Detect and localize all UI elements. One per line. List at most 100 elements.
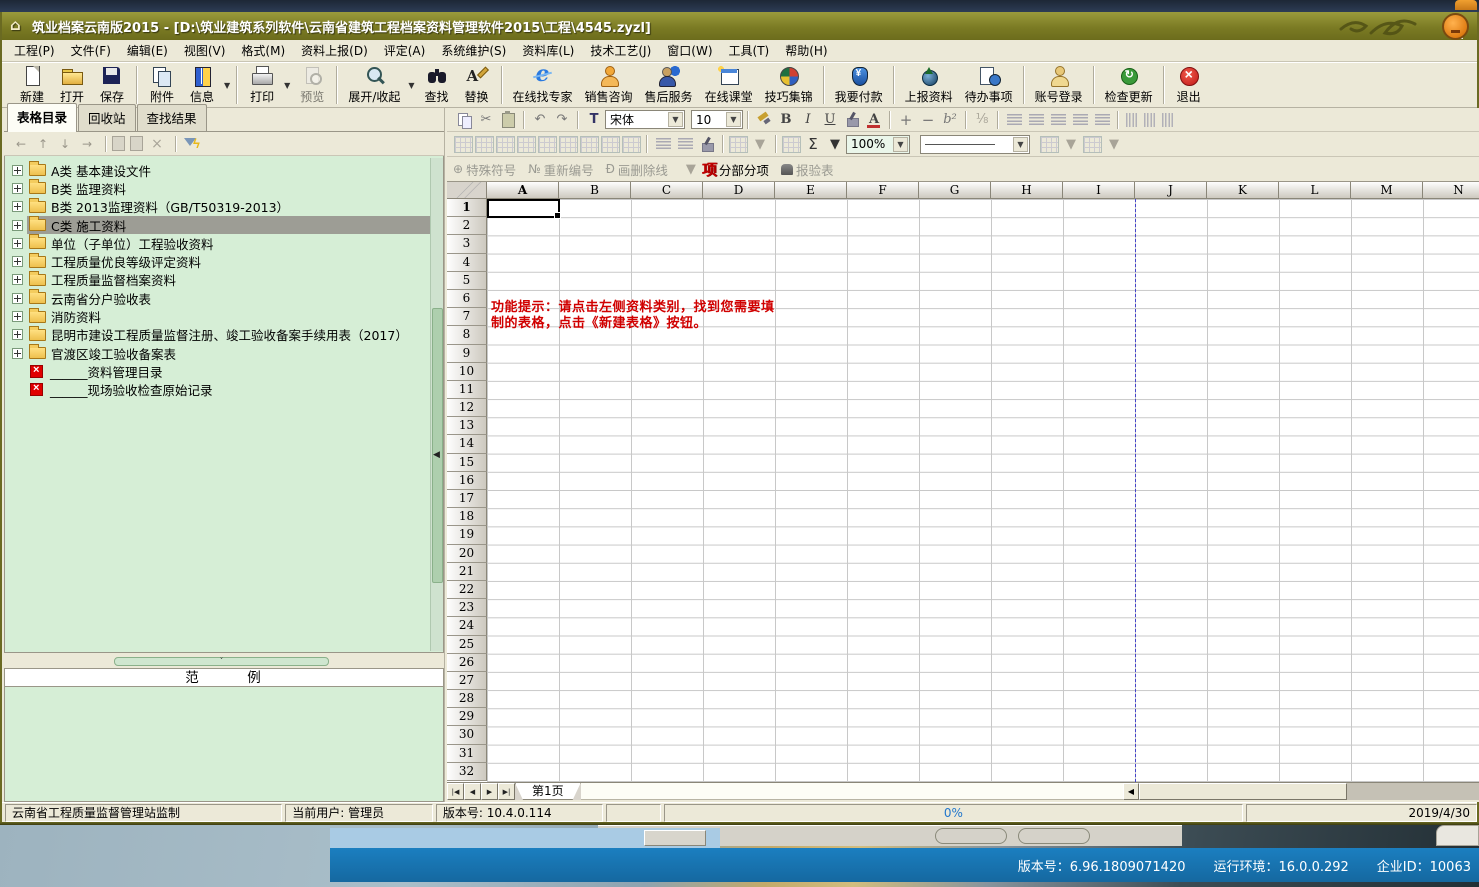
first-sheet-button[interactable] [447,783,464,800]
tree-item[interactable]: B类 监理资料 [5,179,443,197]
column-header-J[interactable]: J [1135,182,1207,199]
italic-button[interactable]: I [798,110,818,129]
move-down-icon[interactable] [56,136,74,152]
paste-icon[interactable] [498,110,518,129]
expand-plus-icon[interactable] [12,329,23,340]
vertical-align-middle-icon[interactable] [1144,113,1156,127]
sum-button[interactable]: Σ [803,135,823,154]
tab-表格目录[interactable]: 表格目录 [7,103,77,132]
bold-button[interactable]: B [776,110,796,129]
row-header-21[interactable]: 21 [447,563,487,581]
paste-node-icon[interactable] [130,136,143,151]
lock-cells-icon[interactable] [622,136,641,153]
expand-plus-icon[interactable] [12,274,23,285]
row-header-12[interactable]: 12 [447,399,487,417]
toolbar-button-print[interactable]: 打印 [242,64,282,106]
tab-查找结果[interactable]: 查找结果 [137,104,207,131]
hscroll-thumb[interactable] [1139,783,1347,800]
expand-plus-icon[interactable] [12,165,23,176]
insert-row-icon[interactable] [517,136,536,153]
tree-item-body[interactable]: 官渡区竣工验收备案表 [27,344,443,362]
row-header-10[interactable]: 10 [447,363,487,381]
row-header-8[interactable]: 8 [447,326,487,344]
filter-icon[interactable] [182,136,202,152]
font-name-select[interactable]: 宋体 ▼ [605,110,685,129]
toolbar-button-exit[interactable]: 退出 [1169,64,1209,106]
tree-item-body[interactable]: 单位（子单位）工程验收资料 [27,234,443,252]
column-header-E[interactable]: E [775,182,847,199]
tree-item-body[interactable]: A类 基本建设文件 [27,161,443,179]
align-left-icon[interactable] [1029,114,1044,126]
row-header-29[interactable]: 29 [447,708,487,726]
expand-plus-icon[interactable] [12,311,23,322]
button-xiang[interactable]: 项分部分项 [702,159,769,180]
border-inside-caret-icon[interactable]: ▼ [1104,135,1124,154]
panel-collapse-arrow-icon[interactable]: ◀ [433,446,442,464]
align-center-icon[interactable] [1051,114,1066,126]
vertical-align-bottom-icon[interactable] [1162,113,1174,127]
tree-item-body[interactable]: ______资料管理目录 [12,362,443,380]
menu-item-格式(M)[interactable]: 格式(M) [233,39,293,62]
delete-node-icon[interactable] [148,136,166,152]
delete-row-icon[interactable] [538,136,557,153]
row-header-1[interactable]: 1 [447,199,487,217]
menu-item-工程(P)[interactable]: 工程(P) [6,39,63,62]
cell-grid[interactable] [487,199,1479,782]
active-cell-selection[interactable] [487,199,560,218]
row-header-3[interactable]: 3 [447,235,487,253]
row-header-9[interactable]: 9 [447,345,487,363]
column-header-N[interactable]: N [1423,182,1479,199]
cut-icon[interactable]: ✂ [476,110,496,129]
column-header-B[interactable]: B [559,182,631,199]
eraser-icon[interactable] [697,135,717,154]
row-header-23[interactable]: 23 [447,599,487,617]
column-header-H[interactable]: H [991,182,1063,199]
copy-node-icon[interactable] [112,136,125,151]
column-header-F[interactable]: F [847,182,919,199]
column-header-C[interactable]: C [631,182,703,199]
menu-item-窗口(W)[interactable]: 窗口(W) [659,39,720,62]
tree-scrollbar[interactable]: ◀ [430,158,443,651]
dropdown-caret-icon[interactable]: ▼ [668,112,683,127]
toolbar-button-update[interactable]: 检查更新 [1099,64,1159,106]
toolbar-button-find[interactable]: 查找 [417,64,457,106]
previous-sheet-button[interactable] [464,783,481,800]
tree-item-body[interactable]: 工程质量监督档案资料 [27,271,443,289]
row-header-2[interactable]: 2 [447,217,487,235]
expand-plus-icon[interactable] [12,348,23,359]
tree-item[interactable]: 官渡区竣工验收备案表 [5,344,443,362]
row-header-16[interactable]: 16 [447,472,487,490]
toolbar-button-preview[interactable]: 预览 [292,64,332,106]
row-height-icon[interactable] [656,138,671,150]
tree-item[interactable]: ______现场验收检查原始记录 [5,381,443,399]
tree-item[interactable]: B类 2013监理资料（GB/T50319-2013） [5,198,443,216]
menu-item-技术工艺(J)[interactable]: 技术工艺(J) [582,39,659,62]
dropdown-caret-icon[interactable]: ▼ [1013,137,1028,152]
format-painter-icon[interactable] [754,110,774,129]
toolbar-button-todo[interactable]: 待办事项 [959,64,1019,106]
hscroll-track[interactable] [1347,783,1479,800]
menu-item-资料库(L)[interactable]: 资料库(L) [514,39,582,62]
column-header-G[interactable]: G [919,182,991,199]
toolbar-button-save[interactable]: 保存 [92,64,132,106]
row-header-25[interactable]: 25 [447,636,487,654]
border-inside-icon[interactable] [1083,136,1102,153]
move-left-icon[interactable] [12,136,30,152]
tree-item-body[interactable]: C类 施工资料 [27,216,443,234]
sheet-tab[interactable]: 第1页 [515,783,581,800]
dropdown-caret-icon[interactable]: ▼ [726,112,741,127]
line-style-select[interactable]: ▼ [920,135,1030,154]
tree-item[interactable]: 单位（子单位）工程验收资料 [5,234,443,252]
row-header-19[interactable]: 19 [447,526,487,544]
expand-plus-icon[interactable] [12,183,23,194]
tree-item[interactable]: 昆明市建设工程质量监督注册、竣工验收备案手续用表（2017） [5,326,443,344]
row-header-13[interactable]: 13 [447,417,487,435]
tab-回收站[interactable]: 回收站 [78,104,136,131]
tree-item[interactable]: C类 施工资料 [5,216,443,234]
fraction-button[interactable]: ⅛ [972,110,992,129]
row-header-7[interactable]: 7 [447,308,487,326]
expand-plus-icon[interactable] [12,201,23,212]
move-right-icon[interactable] [78,136,96,152]
row-header-28[interactable]: 28 [447,690,487,708]
dropdown-caret-icon[interactable]: ▼ [408,81,414,90]
